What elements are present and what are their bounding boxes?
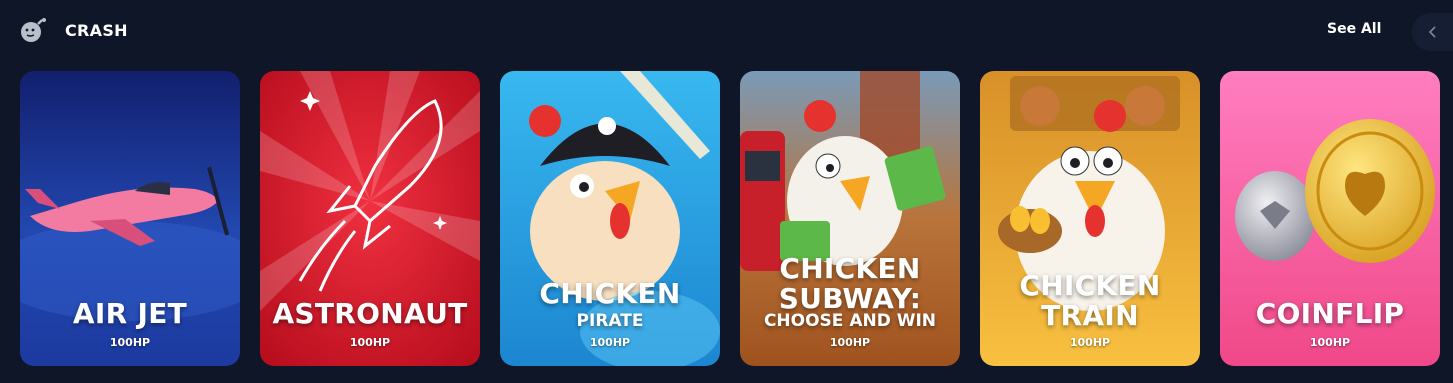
see-all-link[interactable]: See All — [1327, 21, 1381, 37]
game-price: 100HP — [1309, 336, 1351, 349]
section-title: CRASH — [65, 21, 128, 40]
game-card-coinflip[interactable]: COINFLIP 100HP — [1220, 71, 1440, 366]
game-title: CHICKEN TRAIN — [1019, 269, 1161, 332]
game-title: CHICKEN — [539, 277, 681, 310]
game-price: 100HP — [109, 336, 151, 349]
game-card-air-jet[interactable]: AIR JET 100HP — [20, 71, 240, 366]
bomb-icon — [18, 17, 50, 45]
game-title: CHICKEN SUBWAY: — [778, 252, 922, 315]
prev-page-button[interactable] — [1412, 13, 1453, 51]
game-card-chicken-subway[interactable]: CHICKEN SUBWAY: CHOOSE AND WIN 100HP — [740, 71, 960, 366]
game-card-chicken-train[interactable]: CHICKEN TRAIN 100HP — [980, 71, 1200, 366]
game-price: 100HP — [829, 336, 871, 349]
egg-basket-icon — [998, 209, 1062, 253]
game-subtitle: CHOOSE AND WIN — [763, 311, 937, 331]
section-header: CRASH See All — [0, 0, 1453, 64]
game-price: 100HP — [1069, 336, 1111, 349]
game-title: AIR JET — [72, 297, 188, 330]
game-title: ASTRONAUT — [272, 297, 468, 330]
game-price: 100HP — [349, 336, 391, 349]
chevron-left-icon — [1428, 26, 1436, 38]
game-card-chicken-pirate[interactable]: CHICKEN PIRATE 100HP — [500, 71, 720, 366]
game-title: COINFLIP — [1255, 297, 1405, 330]
game-subtitle: PIRATE — [576, 311, 644, 331]
game-price: 100HP — [589, 336, 631, 349]
game-card-astronaut[interactable]: ASTRONAUT 100HP — [260, 71, 480, 366]
